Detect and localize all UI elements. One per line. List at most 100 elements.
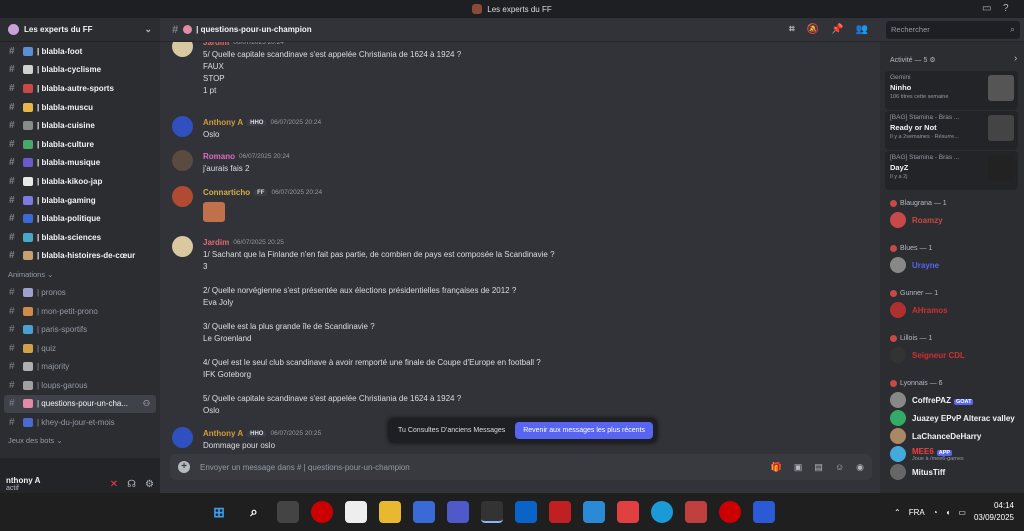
member-item[interactable]: Urayne	[890, 257, 939, 273]
channel-item[interactable]: # | blabla-autre-sports	[0, 79, 160, 98]
inbox-icon[interactable]: ▭	[982, 3, 993, 14]
chevron-up-icon[interactable]: ⌃	[894, 508, 901, 517]
member-avatar	[890, 347, 906, 363]
tlc-app-icon[interactable]	[549, 501, 571, 523]
username[interactable]: Jardim	[203, 42, 229, 47]
windows-start-icon[interactable]: ⊞	[208, 501, 230, 523]
channel-item[interactable]: # | blabla-sciences	[0, 228, 160, 247]
channel-item[interactable]: # | blabla-cyclisme	[0, 61, 160, 80]
username[interactable]: Anthony A	[203, 118, 243, 127]
member-item[interactable]: MEE6 APP Joue à /mee6-games	[890, 446, 964, 462]
chevron-right-icon[interactable]: ›	[1014, 53, 1017, 64]
channel-item[interactable]: # | blabla-foot	[0, 42, 160, 61]
word-icon[interactable]	[753, 501, 775, 523]
channel-item[interactable]: # | blabla-kikoo-jap	[0, 172, 160, 191]
channel-item[interactable]: # | pronos	[0, 283, 160, 302]
apps-icon[interactable]: ◉	[856, 462, 864, 473]
channel-item[interactable]: # | blabla-musique	[0, 154, 160, 173]
username[interactable]: Anthony A	[203, 429, 243, 438]
add-attachment-icon[interactable]: +	[178, 461, 190, 473]
add-member-icon[interactable]: ⚇	[143, 399, 150, 408]
channel-item[interactable]: # | majority	[0, 358, 160, 377]
record-app-icon[interactable]	[311, 501, 333, 523]
channel-item[interactable]: # | quiz	[0, 339, 160, 358]
channel-item[interactable]: # | blabla-histoires-de-cœur	[0, 247, 160, 266]
activity-card[interactable]: Gemini Ninho 106 titres cette semaine	[885, 71, 1018, 110]
channel-item[interactable]: # | mon-petit-prono	[0, 302, 160, 321]
members-list-icon[interactable]: 👥	[856, 24, 868, 35]
channel-item[interactable]: # | blabla-politique	[0, 209, 160, 228]
sticker-icon[interactable]: ▤	[814, 462, 823, 473]
message-line: 3	[203, 262, 208, 271]
ccleaner-icon[interactable]	[685, 501, 707, 523]
chevron-down-icon[interactable]: ⌄	[144, 24, 152, 35]
volume-icon[interactable]: ◖	[946, 508, 951, 517]
teams-icon[interactable]	[447, 501, 469, 523]
language-indicator[interactable]: FRA	[909, 508, 925, 517]
user-avatar[interactable]	[172, 150, 193, 171]
message-composer[interactable]: + Envoyer un message dans # | questions-…	[170, 454, 872, 480]
outlook-icon[interactable]	[515, 501, 537, 523]
category-animations[interactable]: Animations ⌄	[0, 265, 160, 283]
activity-card[interactable]: [BAG] Stamina - Bras ... DayZ Il y a 2j	[885, 151, 1018, 190]
clock[interactable]: 04:14 03/09/2025	[974, 500, 1014, 524]
headset-icon[interactable]: ☊	[127, 479, 136, 490]
search-taskbar-icon[interactable]: ⌕	[243, 501, 265, 523]
channel-item[interactable]: # | paris-sportifs	[0, 320, 160, 339]
emoji-icon[interactable]: ☺	[835, 462, 844, 473]
pin-icon[interactable]: 📌	[831, 24, 843, 35]
wifi-icon[interactable]: ◔	[933, 508, 938, 517]
help-icon[interactable]: ?	[1003, 3, 1014, 14]
battery-icon[interactable]: ▭	[958, 508, 966, 517]
firefox-icon[interactable]	[481, 501, 503, 523]
member-avatar	[890, 392, 906, 408]
channel-item[interactable]: # | blabla-culture	[0, 135, 160, 154]
username[interactable]: Connarticho	[203, 188, 250, 197]
user-avatar[interactable]	[172, 116, 193, 137]
gift-icon[interactable]: 🎁	[771, 462, 782, 473]
member-item[interactable]: Juazey EPvP Alterac valley	[890, 410, 1015, 426]
channel-header: # | questions-pour-un-champion ⌗ 🔕 📌 👥	[160, 18, 880, 42]
category-bots[interactable]: Jeux des bots ⌄	[0, 432, 160, 450]
member-item[interactable]: LaChanceDeHarry	[890, 428, 981, 444]
activity-card[interactable]: [BAG] Stamina - Bras ... Ready or Not Il y…	[885, 111, 1018, 150]
settings-gear-icon[interactable]: ⚙	[145, 479, 154, 490]
username[interactable]: Romano	[203, 152, 235, 161]
notification-bell-icon[interactable]: 🔕	[807, 24, 819, 35]
channel-name: | khey-du-jour-et-mois	[37, 418, 115, 428]
channel-item[interactable]: # | loups-garous	[0, 376, 160, 395]
store-icon[interactable]	[617, 501, 639, 523]
member-item[interactable]: AHramos	[890, 302, 948, 318]
gear-icon[interactable]: ⚙	[929, 57, 935, 64]
threads-icon[interactable]: ⌗	[789, 24, 795, 35]
user-avatar[interactable]	[172, 427, 193, 448]
m365-icon[interactable]	[413, 501, 435, 523]
channel-item[interactable]: # | khey-du-jour-et-mois	[0, 413, 160, 432]
member-item[interactable]: MitusTiff	[890, 464, 945, 480]
opera-icon[interactable]	[719, 501, 741, 523]
gif-icon[interactable]: ▣	[794, 462, 803, 473]
user-avatar[interactable]	[172, 236, 193, 257]
member-item[interactable]: Roamzy	[890, 212, 943, 228]
task-view-icon[interactable]	[277, 501, 299, 523]
member-item[interactable]: Seigneur CDL	[890, 347, 965, 363]
user-name[interactable]: nthony A	[6, 476, 40, 485]
member-item[interactable]: CoffrePAZ GOAT	[890, 392, 974, 408]
channel-item[interactable]: # | blabla-muscu	[0, 98, 160, 117]
channel-item[interactable]: # | blabla-gaming	[0, 191, 160, 210]
mybanq-app-icon[interactable]	[583, 501, 605, 523]
server-header[interactable]: Les experts du FF ⌄	[0, 18, 160, 42]
user-avatar[interactable]	[172, 186, 193, 207]
sticker-image	[203, 202, 225, 222]
jump-to-present-button[interactable]: Revenir aux messages les plus récents	[515, 422, 653, 439]
search-input[interactable]: Rechercher ⌕	[886, 21, 1020, 39]
mute-mic-icon[interactable]: ✕	[110, 479, 118, 490]
channel-item[interactable]: # | blabla-cuisine	[0, 116, 160, 135]
user-tag: HHO	[247, 119, 267, 126]
user-avatar[interactable]	[172, 42, 193, 57]
channel-item[interactable]: # | questions-pour-un-cha... ⚇	[4, 394, 156, 414]
file-explorer-icon[interactable]	[379, 501, 401, 523]
edge-icon[interactable]	[651, 501, 673, 523]
notepad-icon[interactable]	[345, 501, 367, 523]
username[interactable]: Jardim	[203, 238, 229, 247]
